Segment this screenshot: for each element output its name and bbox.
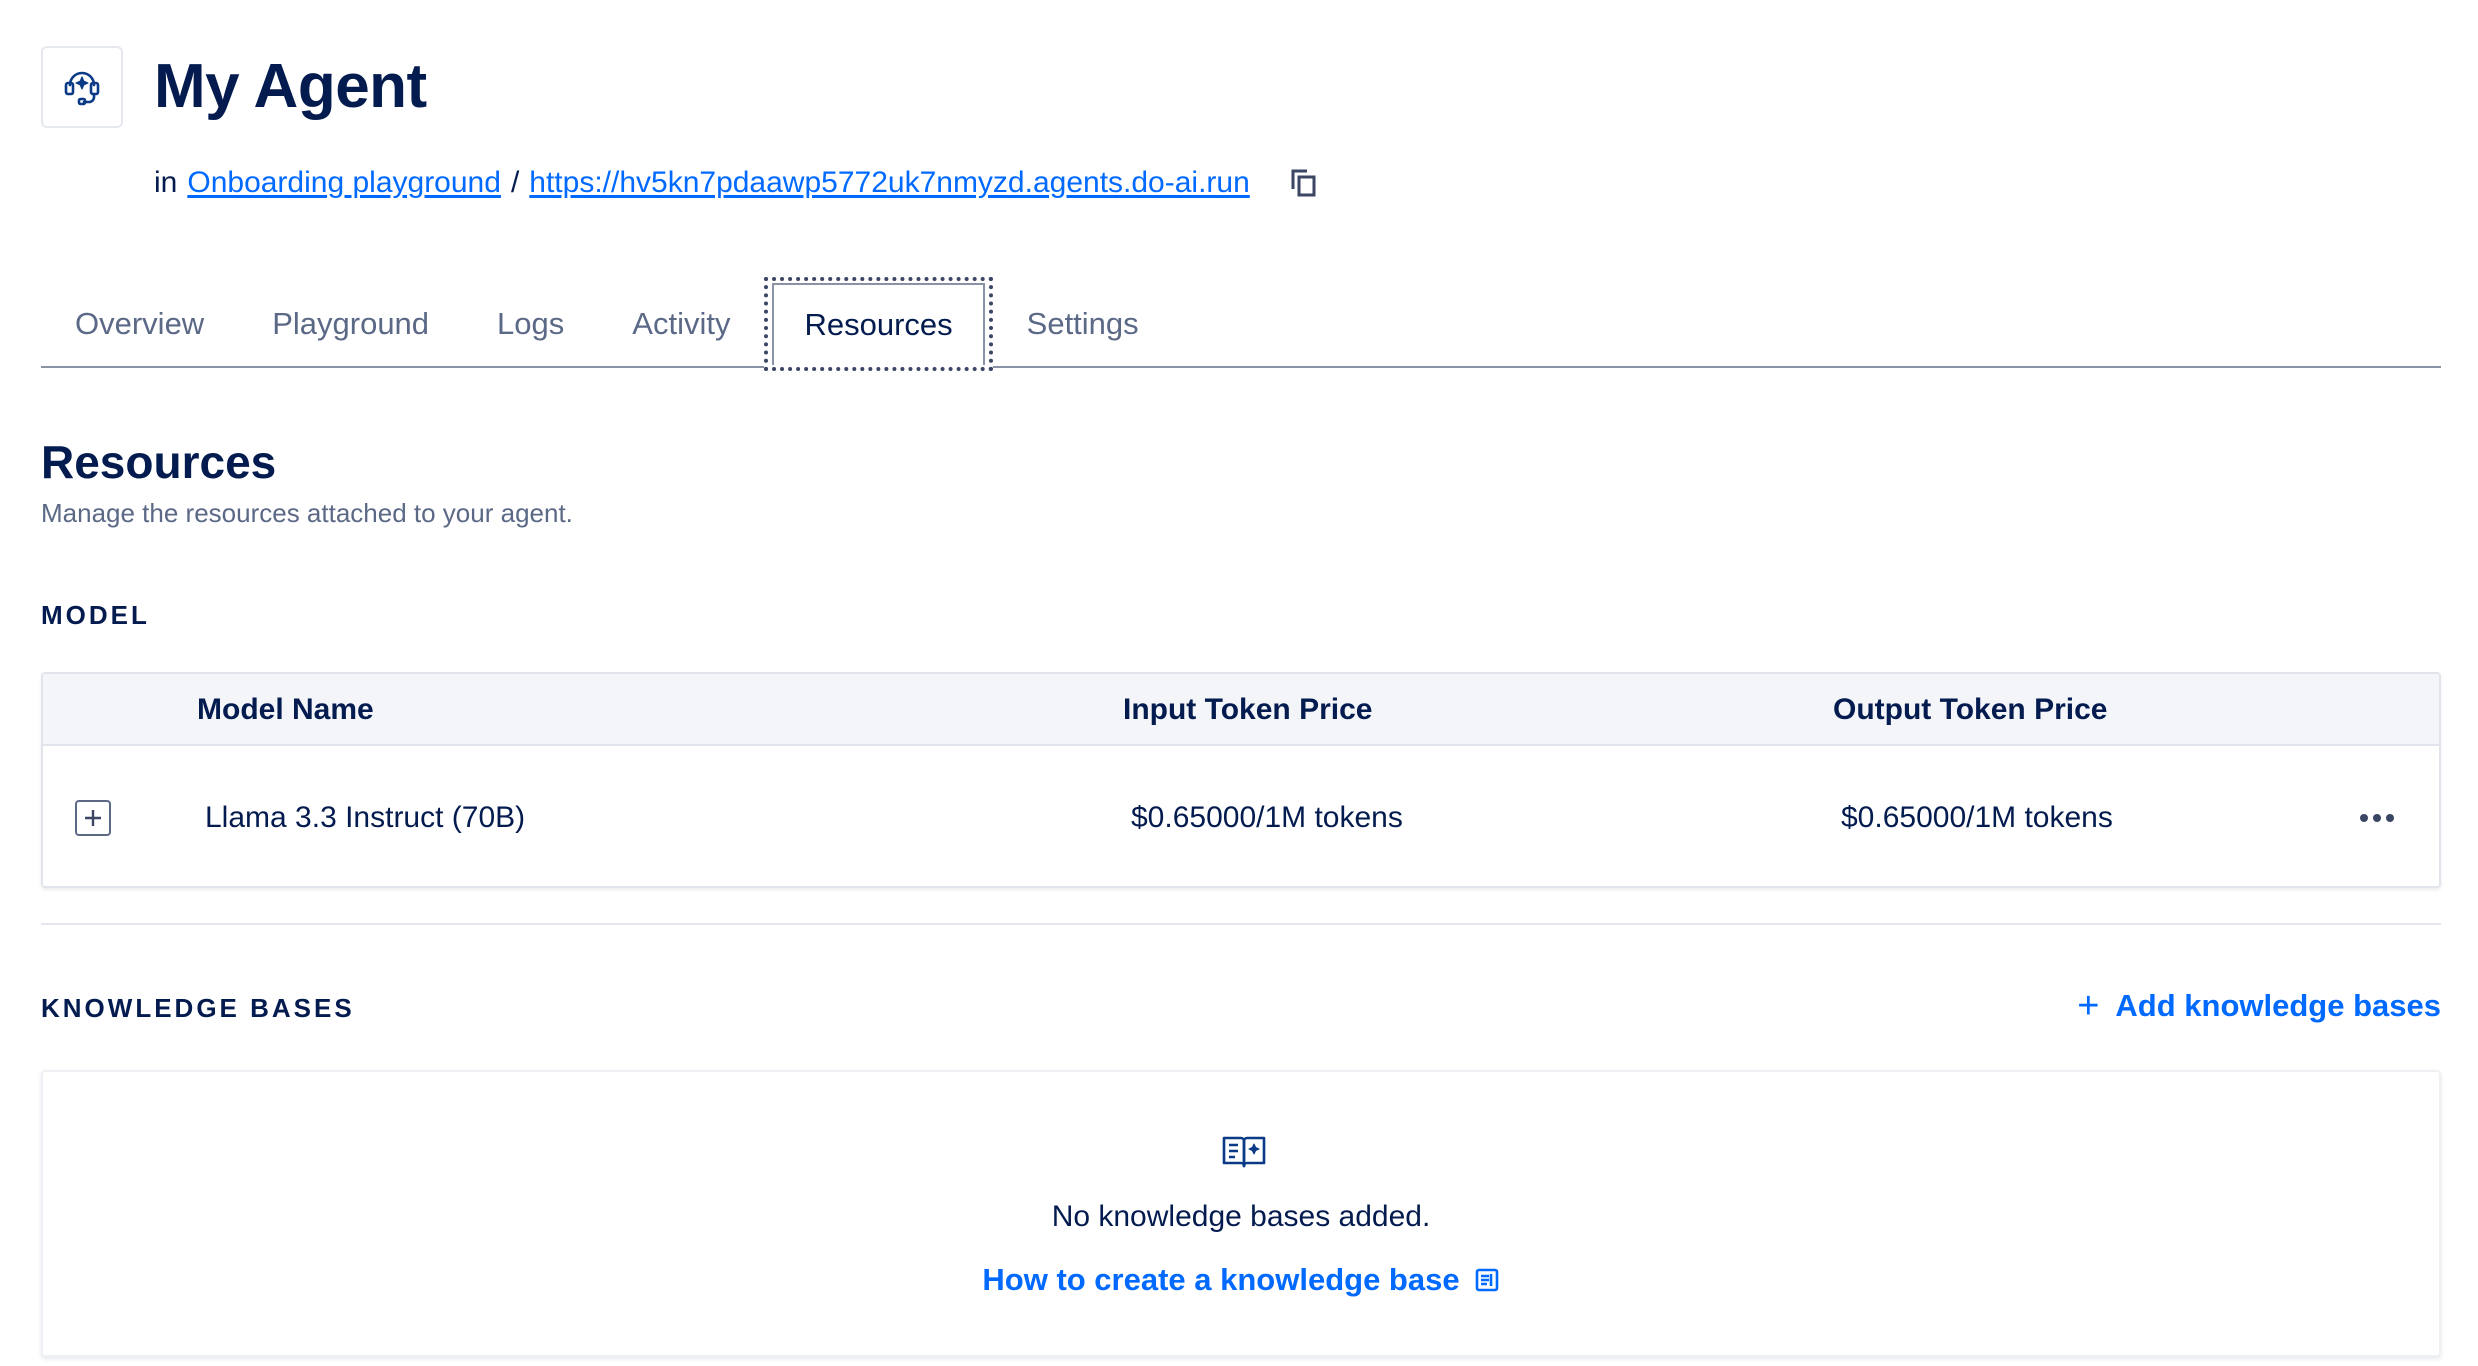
tab-logs[interactable]: Logs [463,280,598,368]
column-header-input-price: Input Token Price [1123,693,1373,726]
agent-tabs: Overview Playground Logs Activity Resour… [41,277,2441,371]
empty-state-text: No knowledge bases added. [1051,1200,1431,1233]
table-header: Model Name Input Token Price Output Toke… [43,674,2439,746]
agent-resources-page: My Agent in Onboarding playground / http… [0,0,2478,1366]
copy-icon[interactable] [1284,163,1324,203]
model-name-cell: Llama 3.3 Instruct (70B) [205,801,526,834]
book-sparkle-icon [1221,1132,1267,1172]
model-heading: MODEL [41,600,150,630]
tab-resources-label: Resources [772,283,985,365]
agent-icon [41,46,123,128]
tab-activity[interactable]: Activity [598,280,764,368]
location-prefix: in [154,166,178,199]
location-separator: / [510,166,520,199]
tab-overview[interactable]: Overview [41,280,238,368]
column-header-output-price: Output Token Price [1833,693,2108,726]
how-to-create-kb-label: How to create a knowledge base [982,1262,1460,1297]
tab-resources[interactable]: Resources [764,277,993,371]
section-title: Resources [41,436,277,488]
add-knowledge-bases-label: Add knowledge bases [2115,988,2441,1023]
workspace-link[interactable]: Onboarding playground [187,160,501,206]
page-title: My Agent [154,52,427,121]
section-description: Manage the resources attached to your ag… [41,498,573,528]
column-header-model-name: Model Name [197,693,374,726]
output-price-cell: $0.65000/1M tokens [1841,801,2113,834]
model-table: Model Name Input Token Price Output Toke… [41,672,2441,888]
knowledge-bases-empty-state: No knowledge bases added. How to create … [41,1070,2441,1357]
table-row: Llama 3.3 Instruct (70B) $0.65000/1M tok… [43,748,2439,888]
input-price-cell: $0.65000/1M tokens [1131,801,1403,834]
section-divider [41,923,2441,925]
tab-playground[interactable]: Playground [238,280,463,368]
ellipsis-icon[interactable] [2355,798,2399,838]
expand-row-icon[interactable] [75,800,111,836]
knowledge-bases-heading: KNOWLEDGE BASES [41,993,355,1023]
doc-link-icon [1474,1267,1500,1293]
agent-location: in Onboarding playground / https://hv5kn… [154,160,1324,206]
endpoint-url-link[interactable]: https://hv5kn7pdaawp5772uk7nmyzd.agents.… [529,160,1249,206]
how-to-create-kb-link[interactable]: How to create a knowledge base [43,1262,2439,1298]
tab-settings[interactable]: Settings [993,280,1173,368]
plus-icon: + [2077,985,2100,1027]
add-knowledge-bases-button[interactable]: + Add knowledge bases [2077,985,2441,1027]
